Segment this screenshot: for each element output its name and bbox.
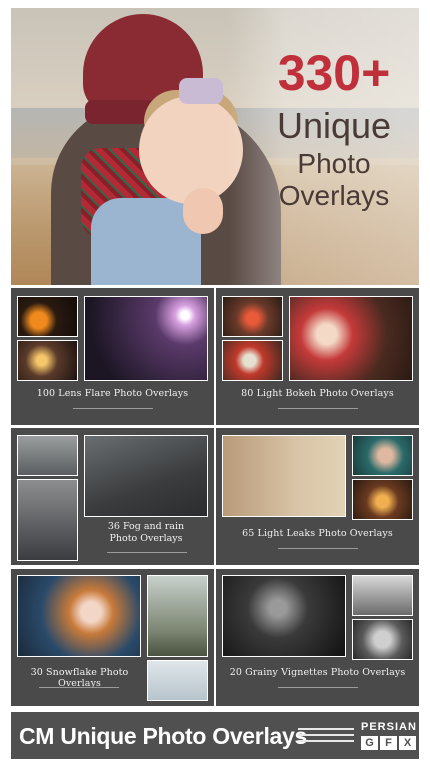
card-lens-flare-eiffel-photo xyxy=(84,296,208,381)
card-snowflake-field-photo xyxy=(147,660,208,701)
card-fog-and-rain[interactable]: 36 Fog and rain Photo Overlays xyxy=(11,428,214,565)
overlay-category-grid: 100 Lens Flare Photo Overlays 80 Light B… xyxy=(11,288,419,706)
card-light-bokeh[interactable]: 80 Light Bokeh Photo Overlays xyxy=(216,288,419,425)
card-light-bokeh-caption: 80 Light Bokeh Photo Overlays xyxy=(241,388,394,399)
card-grainy-baby-photo xyxy=(352,619,413,660)
logo-letter-x: X xyxy=(399,736,416,750)
card-grainy-vignettes[interactable]: 20 Grainy Vignettes Photo Overlays xyxy=(216,569,419,706)
hero-line-unique: Unique xyxy=(276,105,392,146)
card-fog-caption-line1: 36 Fog and rain xyxy=(107,521,185,532)
card-fog-caption-line2: Photo Overlays xyxy=(109,533,183,544)
card-snowflake-hiker-photo xyxy=(147,575,208,657)
card-lens-flare-caption: 100 Lens Flare Photo Overlays xyxy=(36,388,189,399)
card-snowflake-girl-photo xyxy=(17,575,141,657)
card-light-bokeh-santa-photo xyxy=(289,296,413,381)
card-lens-flare-divider xyxy=(73,408,153,409)
card-lens-flare[interactable]: 100 Lens Flare Photo Overlays xyxy=(11,288,214,425)
card-grainy-man-photo xyxy=(222,575,346,657)
card-snowflake-caption: 30 Snowflake Photo Overlays xyxy=(30,667,129,689)
card-fog-street-photo xyxy=(17,435,78,476)
card-light-leaks-caption: 65 Light Leaks Photo Overlays xyxy=(242,528,393,539)
logo-letter-g: G xyxy=(361,736,378,750)
card-light-leaks[interactable]: 65 Light Leaks Photo Overlays xyxy=(216,428,419,565)
hero-child-hand xyxy=(183,188,223,234)
hero-line-photo: Photo xyxy=(297,148,371,179)
card-fog-forest-photo xyxy=(84,435,208,517)
card-snowflake-divider xyxy=(39,687,119,688)
hero-count: 330+ xyxy=(277,45,391,101)
card-rain-umbrella-photo xyxy=(17,479,78,561)
footer-title: CM Unique Photo Overlays xyxy=(19,723,308,749)
hero-banner: 330+ Unique Photo Overlays xyxy=(11,8,419,285)
card-light-leaks-family-photo xyxy=(222,435,346,517)
hero-child-face xyxy=(139,96,243,204)
logo-letter-f: F xyxy=(380,736,397,750)
hero-line-overlays: Overlays xyxy=(278,180,390,211)
card-light-leaks-portrait-photo xyxy=(352,435,413,476)
card-grainy-divider xyxy=(278,687,358,688)
card-light-leaks-divider xyxy=(278,548,358,549)
card-light-leaks-stage-photo xyxy=(352,479,413,520)
card-grainy-caption: 20 Grainy Vignettes Photo Overlays xyxy=(229,667,406,678)
card-lens-flare-candle-photo xyxy=(17,340,78,381)
persian-gfx-logo-text: PERSIAN xyxy=(361,721,417,733)
card-snowflake[interactable]: 30 Snowflake Photo Overlays xyxy=(11,569,214,706)
card-light-bokeh-present-photo xyxy=(222,340,283,381)
hero-hair-bow xyxy=(179,78,223,104)
card-light-bokeh-gift-photo xyxy=(222,296,283,337)
footer-banner: CM Unique Photo Overlays PERSIAN G F X xyxy=(11,712,419,759)
footer-decorative-lines xyxy=(298,728,354,746)
card-grainy-couple-photo xyxy=(352,575,413,616)
card-lens-flare-pumpkins-photo xyxy=(17,296,78,337)
card-fog-divider xyxy=(107,552,187,553)
card-light-bokeh-divider xyxy=(278,408,358,409)
